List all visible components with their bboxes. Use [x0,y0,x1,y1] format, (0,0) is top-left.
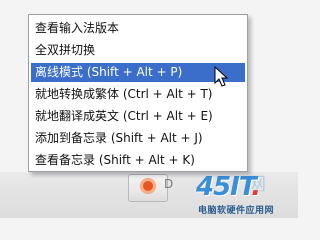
watermark-subtitle: 电脑软硬件应用网 [198,206,275,216]
watermark-logo-text: 45IT [196,172,252,202]
watermark-logo-dot: . [251,172,261,202]
site-watermark: 网 45IT. 电脑软硬件应用网 [196,172,298,216]
menu-item-full-double-pinyin[interactable]: 全双拼切换 [31,41,245,60]
watermark-logo: 45IT. [196,172,261,202]
tray-label: D [164,177,174,191]
input-method-tray-icon[interactable] [140,178,156,194]
menu-item-offline-mode[interactable]: 离线模式 (Shift + Alt + P) [31,63,245,82]
menu-item-view-version[interactable]: 查看输入法版本 [31,19,245,38]
menu-item-convert-traditional[interactable]: 就地转换成繁体 (Ctrl + Alt + T) [31,85,245,104]
menu-item-view-memo[interactable]: 查看备忘录 (Shift + Alt + K) [31,151,245,170]
context-menu: 查看输入法版本 全双拼切换 离线模式 (Shift + Alt + P) 就地转… [28,14,248,172]
menu-item-translate-english[interactable]: 就地翻译成英文 (Ctrl + Alt + E) [31,107,245,126]
mouse-cursor-icon [214,66,228,87]
menu-item-add-memo[interactable]: 添加到备忘录 (Shift + Alt + J) [31,129,245,148]
